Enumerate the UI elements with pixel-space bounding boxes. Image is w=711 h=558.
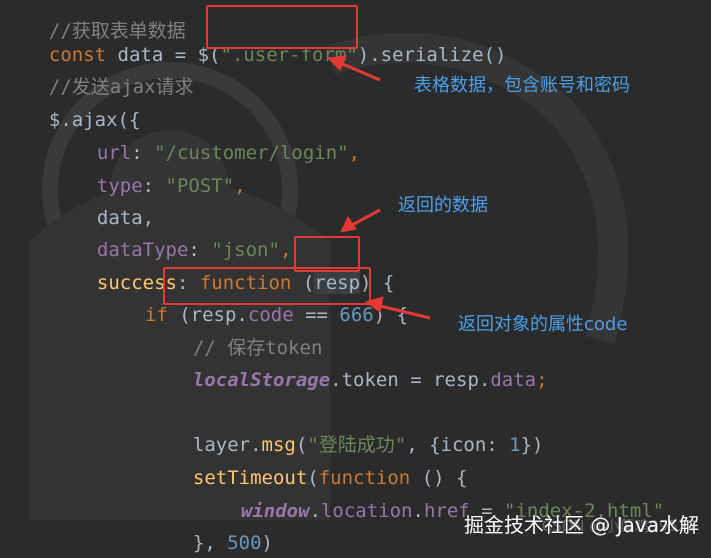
annotation-returned-data: 返回的数据 (398, 195, 488, 216)
annotation-code-property: 返回对象的属性code (458, 314, 628, 335)
site-watermark: 掘金技术社区 @ Java水解 (464, 513, 699, 537)
annotation-form-data: 表格数据，包含账号和密码 (414, 75, 630, 96)
